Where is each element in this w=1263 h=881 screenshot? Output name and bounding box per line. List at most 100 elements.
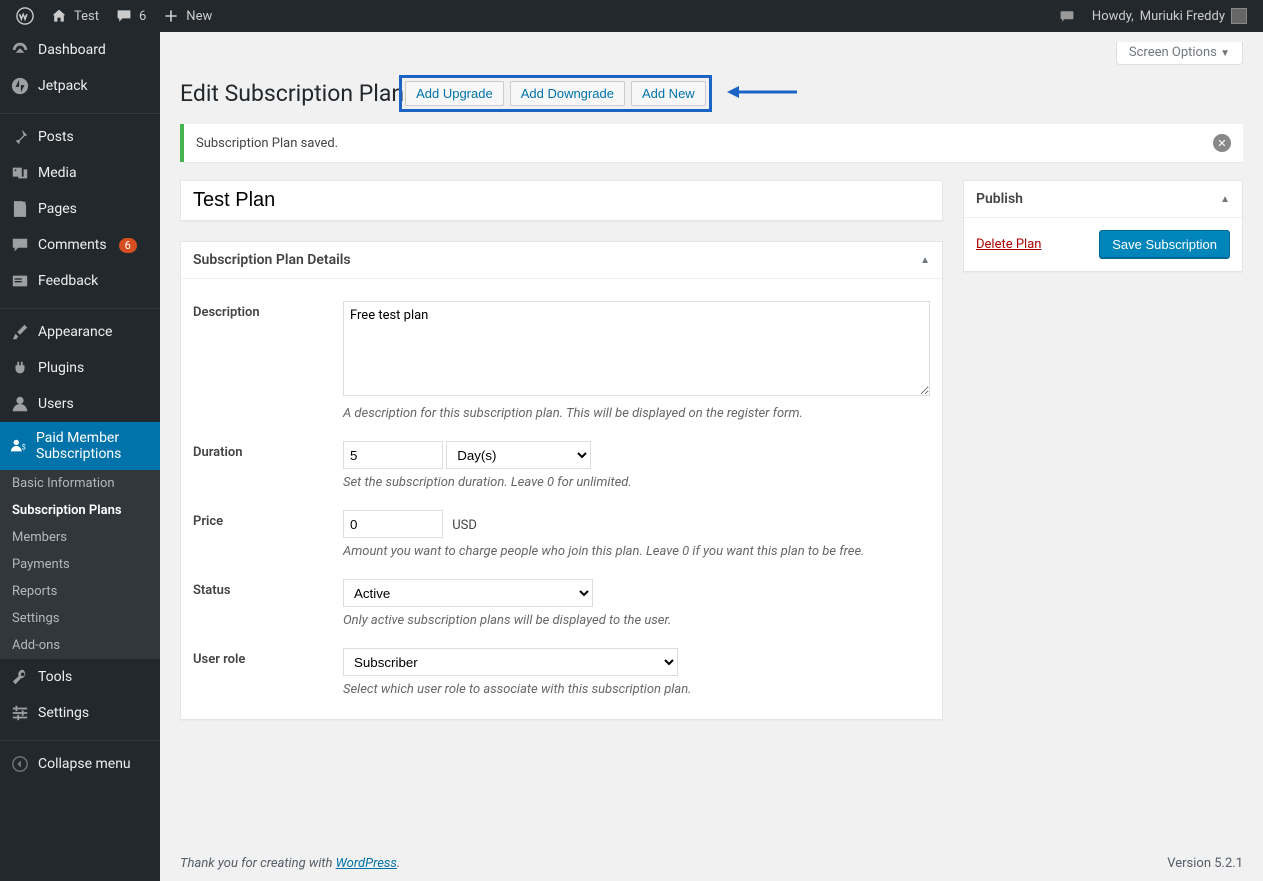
description-help: A description for this subscription plan… bbox=[343, 406, 930, 421]
menu-separator bbox=[0, 304, 160, 309]
sliders-icon bbox=[10, 703, 30, 723]
avatar bbox=[1231, 8, 1247, 24]
comment-icon bbox=[115, 7, 133, 25]
footer: Thank you for creating with WordPress. V… bbox=[160, 846, 1263, 881]
wp-logo[interactable] bbox=[8, 0, 42, 32]
media-icon bbox=[10, 163, 30, 183]
menu-item-pages[interactable]: Pages bbox=[0, 191, 160, 227]
admin-bar: Test 6 New Howdy, Muriuki Freddy bbox=[0, 0, 1263, 32]
price-label: Price bbox=[193, 510, 343, 529]
submenu-item-payments[interactable]: Payments bbox=[0, 551, 160, 578]
plan-details-heading[interactable]: Subscription Plan Details ▲ bbox=[181, 242, 942, 279]
home-icon bbox=[50, 7, 68, 25]
success-notice: Subscription Plan saved. ✕ bbox=[180, 124, 1243, 162]
description-textarea[interactable] bbox=[343, 301, 930, 396]
comments-link[interactable]: 6 bbox=[107, 0, 154, 32]
status-help: Only active subscription plans will be d… bbox=[343, 613, 930, 628]
menu-item-comments[interactable]: Comments6 bbox=[0, 227, 160, 263]
user-icon bbox=[10, 394, 30, 414]
plan-details-box: Subscription Plan Details ▲ Description … bbox=[180, 241, 943, 720]
add-upgrade-button[interactable]: Add Upgrade bbox=[405, 81, 504, 106]
menu-item-users[interactable]: Users bbox=[0, 386, 160, 422]
menu-item-media[interactable]: Media bbox=[0, 155, 160, 191]
menu-item-feedback[interactable]: Feedback bbox=[0, 263, 160, 299]
annotation-arrow-icon bbox=[727, 84, 797, 104]
submenu-item-members[interactable]: Members bbox=[0, 524, 160, 551]
dismiss-notice-button[interactable]: ✕ bbox=[1213, 134, 1231, 152]
version-text: Version 5.2.1 bbox=[1167, 856, 1243, 871]
menu-item-appearance[interactable]: Appearance bbox=[0, 314, 160, 350]
badge: 6 bbox=[119, 238, 137, 253]
submenu-item-addons[interactable]: Add-ons bbox=[0, 632, 160, 659]
plan-title-input[interactable] bbox=[181, 181, 942, 220]
publish-heading[interactable]: Publish ▲ bbox=[964, 181, 1242, 218]
menu-separator bbox=[0, 736, 160, 741]
menu-item-plugins[interactable]: Plugins bbox=[0, 350, 160, 386]
submenu-item-plans[interactable]: Subscription Plans bbox=[0, 497, 160, 524]
notifications[interactable] bbox=[1050, 0, 1084, 32]
menu-item-posts[interactable]: Posts bbox=[0, 119, 160, 155]
page-title: Edit Subscription Plan bbox=[180, 80, 404, 107]
status-label: Status bbox=[193, 579, 343, 598]
save-subscription-button[interactable]: Save Subscription bbox=[1099, 230, 1230, 259]
menu-separator bbox=[0, 109, 160, 114]
admin-menu: DashboardJetpack PostsMediaPagesComments… bbox=[0, 32, 160, 881]
svg-text:$: $ bbox=[22, 443, 26, 452]
user-name: Muriuki Freddy bbox=[1140, 9, 1225, 24]
collapse-menu[interactable]: Collapse menu bbox=[0, 746, 160, 782]
currency-label: USD bbox=[452, 518, 477, 533]
howdy-prefix: Howdy, bbox=[1092, 9, 1134, 24]
plus-icon bbox=[162, 7, 180, 25]
submenu-pms: Basic InformationSubscription PlansMembe… bbox=[0, 470, 160, 659]
wrench-icon bbox=[10, 667, 30, 687]
title-action-buttons: Add Upgrade Add Downgrade Add New bbox=[399, 75, 712, 112]
duration-label: Duration bbox=[193, 441, 343, 460]
site-name: Test bbox=[74, 9, 99, 24]
jetpack-icon bbox=[10, 76, 30, 96]
page-icon bbox=[10, 199, 30, 219]
notice-text: Subscription Plan saved. bbox=[196, 136, 338, 151]
submenu-item-basic[interactable]: Basic Information bbox=[0, 470, 160, 497]
status-select[interactable]: Active bbox=[343, 579, 593, 607]
screen-options-tab[interactable]: Screen Options bbox=[1116, 42, 1243, 65]
add-new-button[interactable]: Add New bbox=[631, 81, 706, 106]
wordpress-link[interactable]: WordPress bbox=[336, 856, 397, 871]
new-label: New bbox=[186, 9, 212, 24]
submenu-item-reports[interactable]: Reports bbox=[0, 578, 160, 605]
price-help: Amount you want to charge people who joi… bbox=[343, 544, 930, 559]
menu-item-dashboard[interactable]: Dashboard bbox=[0, 32, 160, 68]
duration-help: Set the subscription duration. Leave 0 f… bbox=[343, 475, 930, 490]
brush-icon bbox=[10, 322, 30, 342]
site-name-link[interactable]: Test bbox=[42, 0, 107, 32]
submenu-item-settings[interactable]: Settings bbox=[0, 605, 160, 632]
new-content-link[interactable]: New bbox=[154, 0, 220, 32]
feedback-icon bbox=[10, 271, 30, 291]
pms-icon: $ bbox=[10, 436, 28, 456]
chat-icon bbox=[1058, 7, 1076, 25]
description-label: Description bbox=[193, 301, 343, 320]
title-box bbox=[180, 180, 943, 221]
publish-box: Publish ▲ Delete Plan Save Subscription bbox=[963, 180, 1243, 272]
comment-count: 6 bbox=[139, 9, 146, 24]
menu-item-settings[interactable]: Settings bbox=[0, 695, 160, 731]
user-role-label: User role bbox=[193, 648, 343, 667]
toggle-panel-icon[interactable]: ▲ bbox=[1220, 194, 1230, 205]
collapse-icon bbox=[10, 754, 30, 774]
duration-input[interactable] bbox=[343, 441, 443, 469]
duration-unit-select[interactable]: Day(s) bbox=[446, 441, 591, 469]
pin-icon bbox=[10, 127, 30, 147]
price-input[interactable] bbox=[343, 510, 443, 538]
delete-plan-link[interactable]: Delete Plan bbox=[976, 237, 1041, 252]
menu-item-jetpack[interactable]: Jetpack bbox=[0, 68, 160, 104]
menu-item-pms[interactable]: $Paid Member Subscriptions bbox=[0, 422, 160, 470]
user-role-help: Select which user role to associate with… bbox=[343, 682, 930, 697]
menu-item-tools[interactable]: Tools bbox=[0, 659, 160, 695]
comment-icon bbox=[10, 235, 30, 255]
user-role-select[interactable]: Subscriber bbox=[343, 648, 678, 676]
dashboard-icon bbox=[10, 40, 30, 60]
wordpress-icon bbox=[16, 7, 34, 25]
toggle-panel-icon[interactable]: ▲ bbox=[920, 255, 930, 266]
my-account[interactable]: Howdy, Muriuki Freddy bbox=[1084, 0, 1255, 32]
add-downgrade-button[interactable]: Add Downgrade bbox=[510, 81, 625, 106]
plug-icon bbox=[10, 358, 30, 378]
